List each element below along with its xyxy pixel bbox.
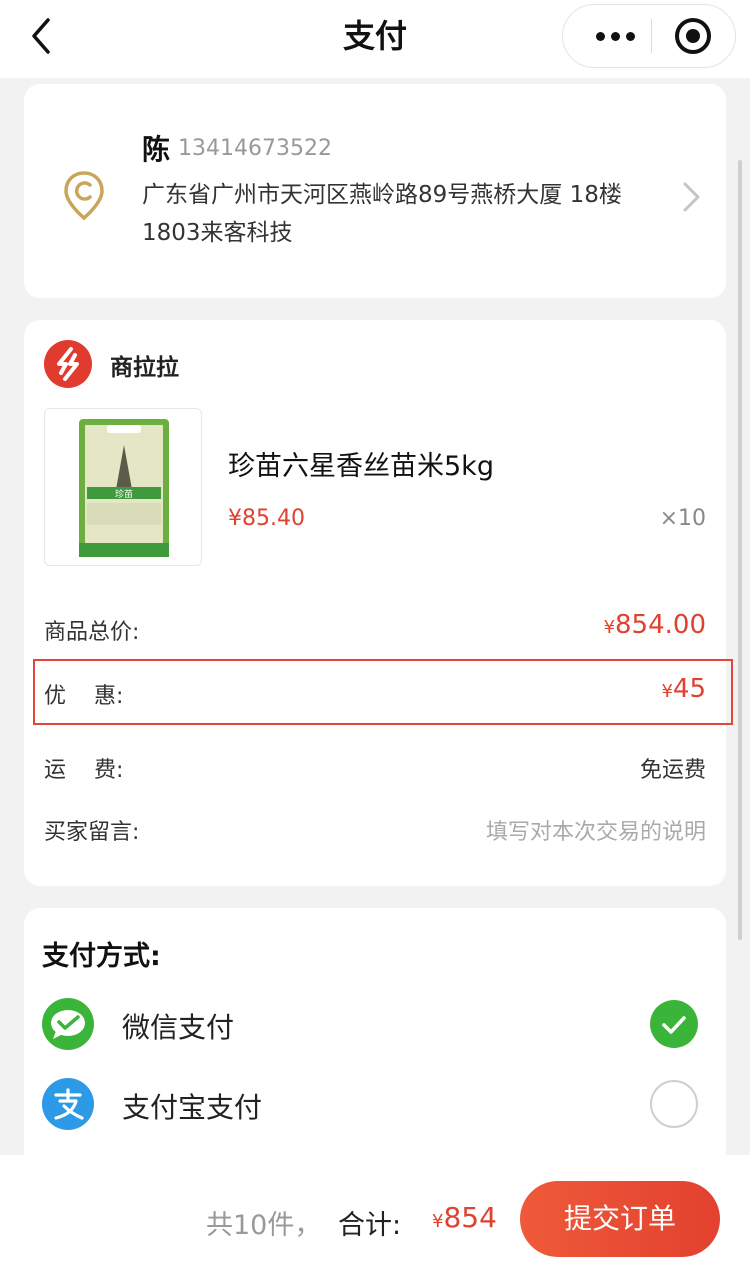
grand-total-amount: 854 — [443, 1201, 497, 1234]
rice-bag-image: 珍苗 — [79, 419, 169, 557]
discount-label: 优 惠: — [44, 684, 124, 709]
chevron-right-icon — [683, 182, 700, 212]
close-mini-program-button[interactable] — [675, 18, 711, 54]
total-price-value: ¥854.00 — [604, 610, 706, 640]
shop-logo-icon — [44, 340, 92, 388]
location-pin-icon — [64, 171, 104, 221]
more-dots-icon — [595, 31, 605, 41]
total-price-label: 商品总价: — [44, 620, 140, 645]
checkmark-icon — [662, 1016, 686, 1034]
package-brand-text: 珍苗 — [115, 488, 133, 500]
checkout-bar: 共10件， 合计: ¥854 提交订单 — [0, 1155, 750, 1283]
payment-radio-selected[interactable] — [650, 1000, 698, 1048]
back-button[interactable] — [26, 14, 60, 58]
grand-total-label: 合计: — [338, 1210, 402, 1241]
payment-option-label: 微信支付 — [122, 1011, 235, 1044]
discount-highlight-box — [33, 659, 733, 725]
payment-method-card: 支付方式: 微信支付 支付宝支付 — [24, 908, 726, 1168]
grand-total-value: ¥854 — [432, 1201, 497, 1234]
product-name: 珍苗六星香丝苗米5kg — [228, 451, 494, 482]
discount-currency: ¥ — [661, 681, 673, 702]
payment-option-wechat[interactable]: 微信支付 — [24, 988, 726, 1058]
total-amount: 854.00 — [615, 610, 706, 640]
discount-value: ¥45 — [661, 674, 706, 704]
shop-name: 商拉拉 — [110, 355, 179, 381]
product-image[interactable]: 珍苗 — [44, 408, 202, 566]
address-card[interactable]: 陈 13414673522 广东省广州市天河区燕岭路89号燕桥大厦 18楼180… — [24, 84, 726, 298]
item-count: 共10件， — [206, 1210, 322, 1241]
buyer-note-input[interactable]: 填写对本次交易的说明 — [486, 814, 706, 846]
order-card: 商拉拉 珍苗 珍苗六星香丝苗米5kg ¥85.40 ×10 商品总价: ¥854… — [24, 320, 733, 886]
total-currency: ¥ — [603, 617, 616, 638]
more-button[interactable] — [581, 5, 649, 67]
mini-program-capsule — [562, 4, 736, 68]
shipping-label: 运 费: — [44, 758, 124, 783]
wechat-pay-icon — [42, 998, 94, 1050]
capsule-divider — [651, 19, 652, 53]
recipient-phone: 13414673522 — [178, 136, 332, 161]
payment-method-title: 支付方式: — [42, 941, 161, 972]
product-quantity: ×10 — [659, 506, 706, 531]
recipient-name: 陈 — [142, 133, 171, 166]
scrollbar[interactable] — [738, 160, 742, 940]
buyer-note-label: 买家留言: — [44, 820, 140, 845]
payment-radio-unselected[interactable] — [650, 1080, 698, 1128]
chevron-left-icon — [32, 18, 50, 54]
payment-option-label: 支付宝支付 — [122, 1091, 263, 1124]
payment-option-alipay[interactable]: 支付宝支付 — [24, 1068, 726, 1138]
submit-order-button[interactable]: 提交订单 — [520, 1181, 720, 1257]
grand-total-currency: ¥ — [432, 1211, 444, 1232]
product-price: ¥85.40 — [228, 506, 305, 531]
navigation-bar: 支付 — [0, 0, 750, 78]
shipping-address: 广东省广州市天河区燕岭路89号燕桥大厦 18楼1803来客科技 — [142, 182, 622, 246]
discount-amount: 45 — [672, 674, 706, 704]
alipay-icon — [42, 1078, 94, 1130]
shipping-value: 免运费 — [639, 758, 706, 783]
